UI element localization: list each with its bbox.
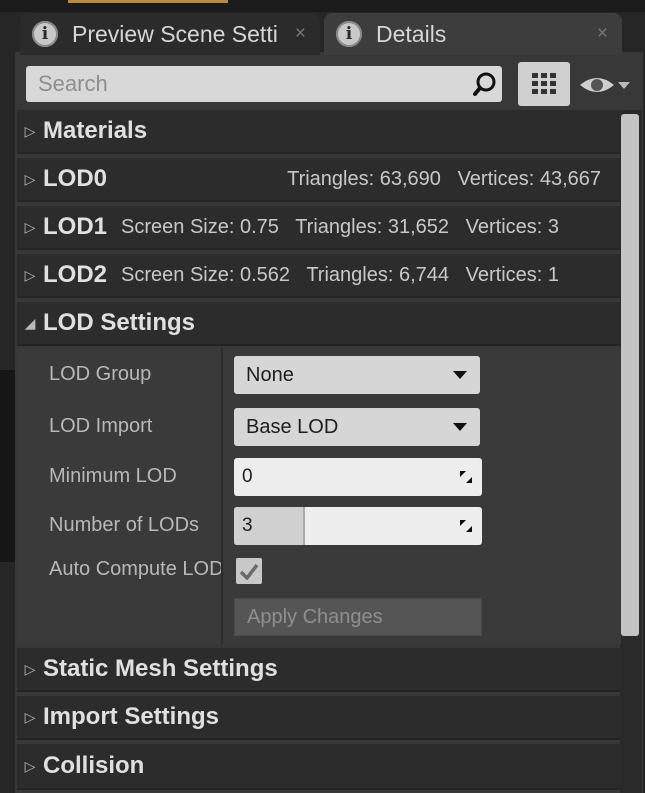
expand-arrow-icon: ▷ <box>24 757 36 774</box>
lod-group-label: LOD Group <box>49 363 152 385</box>
section-title: LOD0 <box>43 165 108 192</box>
info-icon: i <box>336 21 362 47</box>
lod-info: Screen Size: 0.75 Triangles: 31,652 Vert… <box>121 215 560 238</box>
tab-label: Preview Scene Setti <box>72 20 278 47</box>
lod-group-value: None <box>246 363 294 386</box>
lod-info: Screen Size: 0.562 Triangles: 6,744 Vert… <box>121 263 560 286</box>
lod-import-label: LOD Import <box>49 415 153 437</box>
number-of-lods-slider[interactable]: 3 <box>234 507 482 545</box>
expand-arrow-icon: ▷ <box>24 660 36 677</box>
section-title: Collision <box>43 752 145 779</box>
checkmark-icon <box>239 563 259 580</box>
lod-import-dropdown[interactable]: Base LOD <box>234 408 480 446</box>
dropdown-arrow-icon <box>453 371 467 379</box>
section-import-settings[interactable]: ▷ Import Settings <box>17 696 621 740</box>
resize-handle-icon <box>460 471 472 483</box>
grid-icon <box>532 73 556 94</box>
eye-icon <box>580 78 614 92</box>
expand-arrow-icon: ▷ <box>24 266 36 283</box>
scrollbar-thumb[interactable] <box>621 114 639 636</box>
close-icon[interactable]: × <box>597 23 608 45</box>
auto-compute-label: Auto Compute LOD Distances <box>49 558 221 580</box>
lod-import-value: Base LOD <box>246 415 339 438</box>
search-box <box>26 66 502 102</box>
section-title: LOD1 <box>43 213 108 240</box>
minimum-lod-value: 0 <box>242 466 253 487</box>
section-static-mesh-settings[interactable]: ▷ Static Mesh Settings <box>17 648 621 692</box>
tab-label: Details <box>376 20 447 47</box>
section-lod0[interactable]: ▷ LOD0 Triangles: 63,690 Vertices: 43,66… <box>17 158 621 202</box>
expand-arrow-icon: ▷ <box>24 170 36 187</box>
section-title: Static Mesh Settings <box>43 655 278 682</box>
tab-preview-scene-settings[interactable]: i Preview Scene Setti × <box>20 13 320 55</box>
expand-arrow-icon: ▷ <box>24 122 36 139</box>
section-title: Materials <box>43 117 148 144</box>
chevron-down-icon <box>618 82 630 89</box>
visibility-dropdown[interactable] <box>578 68 640 102</box>
apply-changes-button[interactable]: Apply Changes <box>234 598 482 636</box>
section-title: Import Settings <box>43 703 220 730</box>
search-icon[interactable] <box>468 67 502 101</box>
active-window-accent <box>68 0 228 3</box>
collapse-arrow-icon: ◢ <box>24 314 36 331</box>
expand-arrow-icon: ▷ <box>24 708 36 725</box>
section-lod-settings[interactable]: ◢ LOD Settings <box>17 302 621 346</box>
section-collision[interactable]: ▷ Collision <box>17 744 621 790</box>
section-lod1[interactable]: ▷ LOD1 Screen Size: 0.75 Triangles: 31,6… <box>17 206 621 250</box>
search-input[interactable] <box>36 70 468 98</box>
apply-changes-label: Apply Changes <box>247 605 383 628</box>
lod-group-dropdown[interactable]: None <box>234 356 480 394</box>
dropdown-arrow-icon <box>453 423 467 431</box>
close-icon[interactable]: × <box>295 23 306 45</box>
column-divider[interactable] <box>221 348 223 644</box>
number-of-lods-value: 3 <box>242 515 253 536</box>
auto-compute-checkbox[interactable] <box>236 558 262 584</box>
section-lod2[interactable]: ▷ LOD2 Screen Size: 0.562 Triangles: 6,7… <box>17 254 621 298</box>
view-options-button[interactable] <box>518 62 570 106</box>
expand-arrow-icon: ▷ <box>24 218 36 235</box>
resize-handle-icon <box>460 520 472 532</box>
tab-details[interactable]: i Details × <box>324 13 622 55</box>
info-icon: i <box>32 21 58 47</box>
section-title: LOD2 <box>43 261 108 288</box>
number-of-lods-label: Number of LODs <box>49 514 200 536</box>
section-title: LOD Settings <box>43 309 196 336</box>
lod-info: Triangles: 63,690 Vertices: 43,667 <box>287 167 601 190</box>
minimum-lod-field[interactable]: 0 <box>234 458 482 496</box>
section-materials[interactable]: ▷ Materials <box>17 110 621 154</box>
minimum-lod-label: Minimum LOD <box>49 465 177 487</box>
